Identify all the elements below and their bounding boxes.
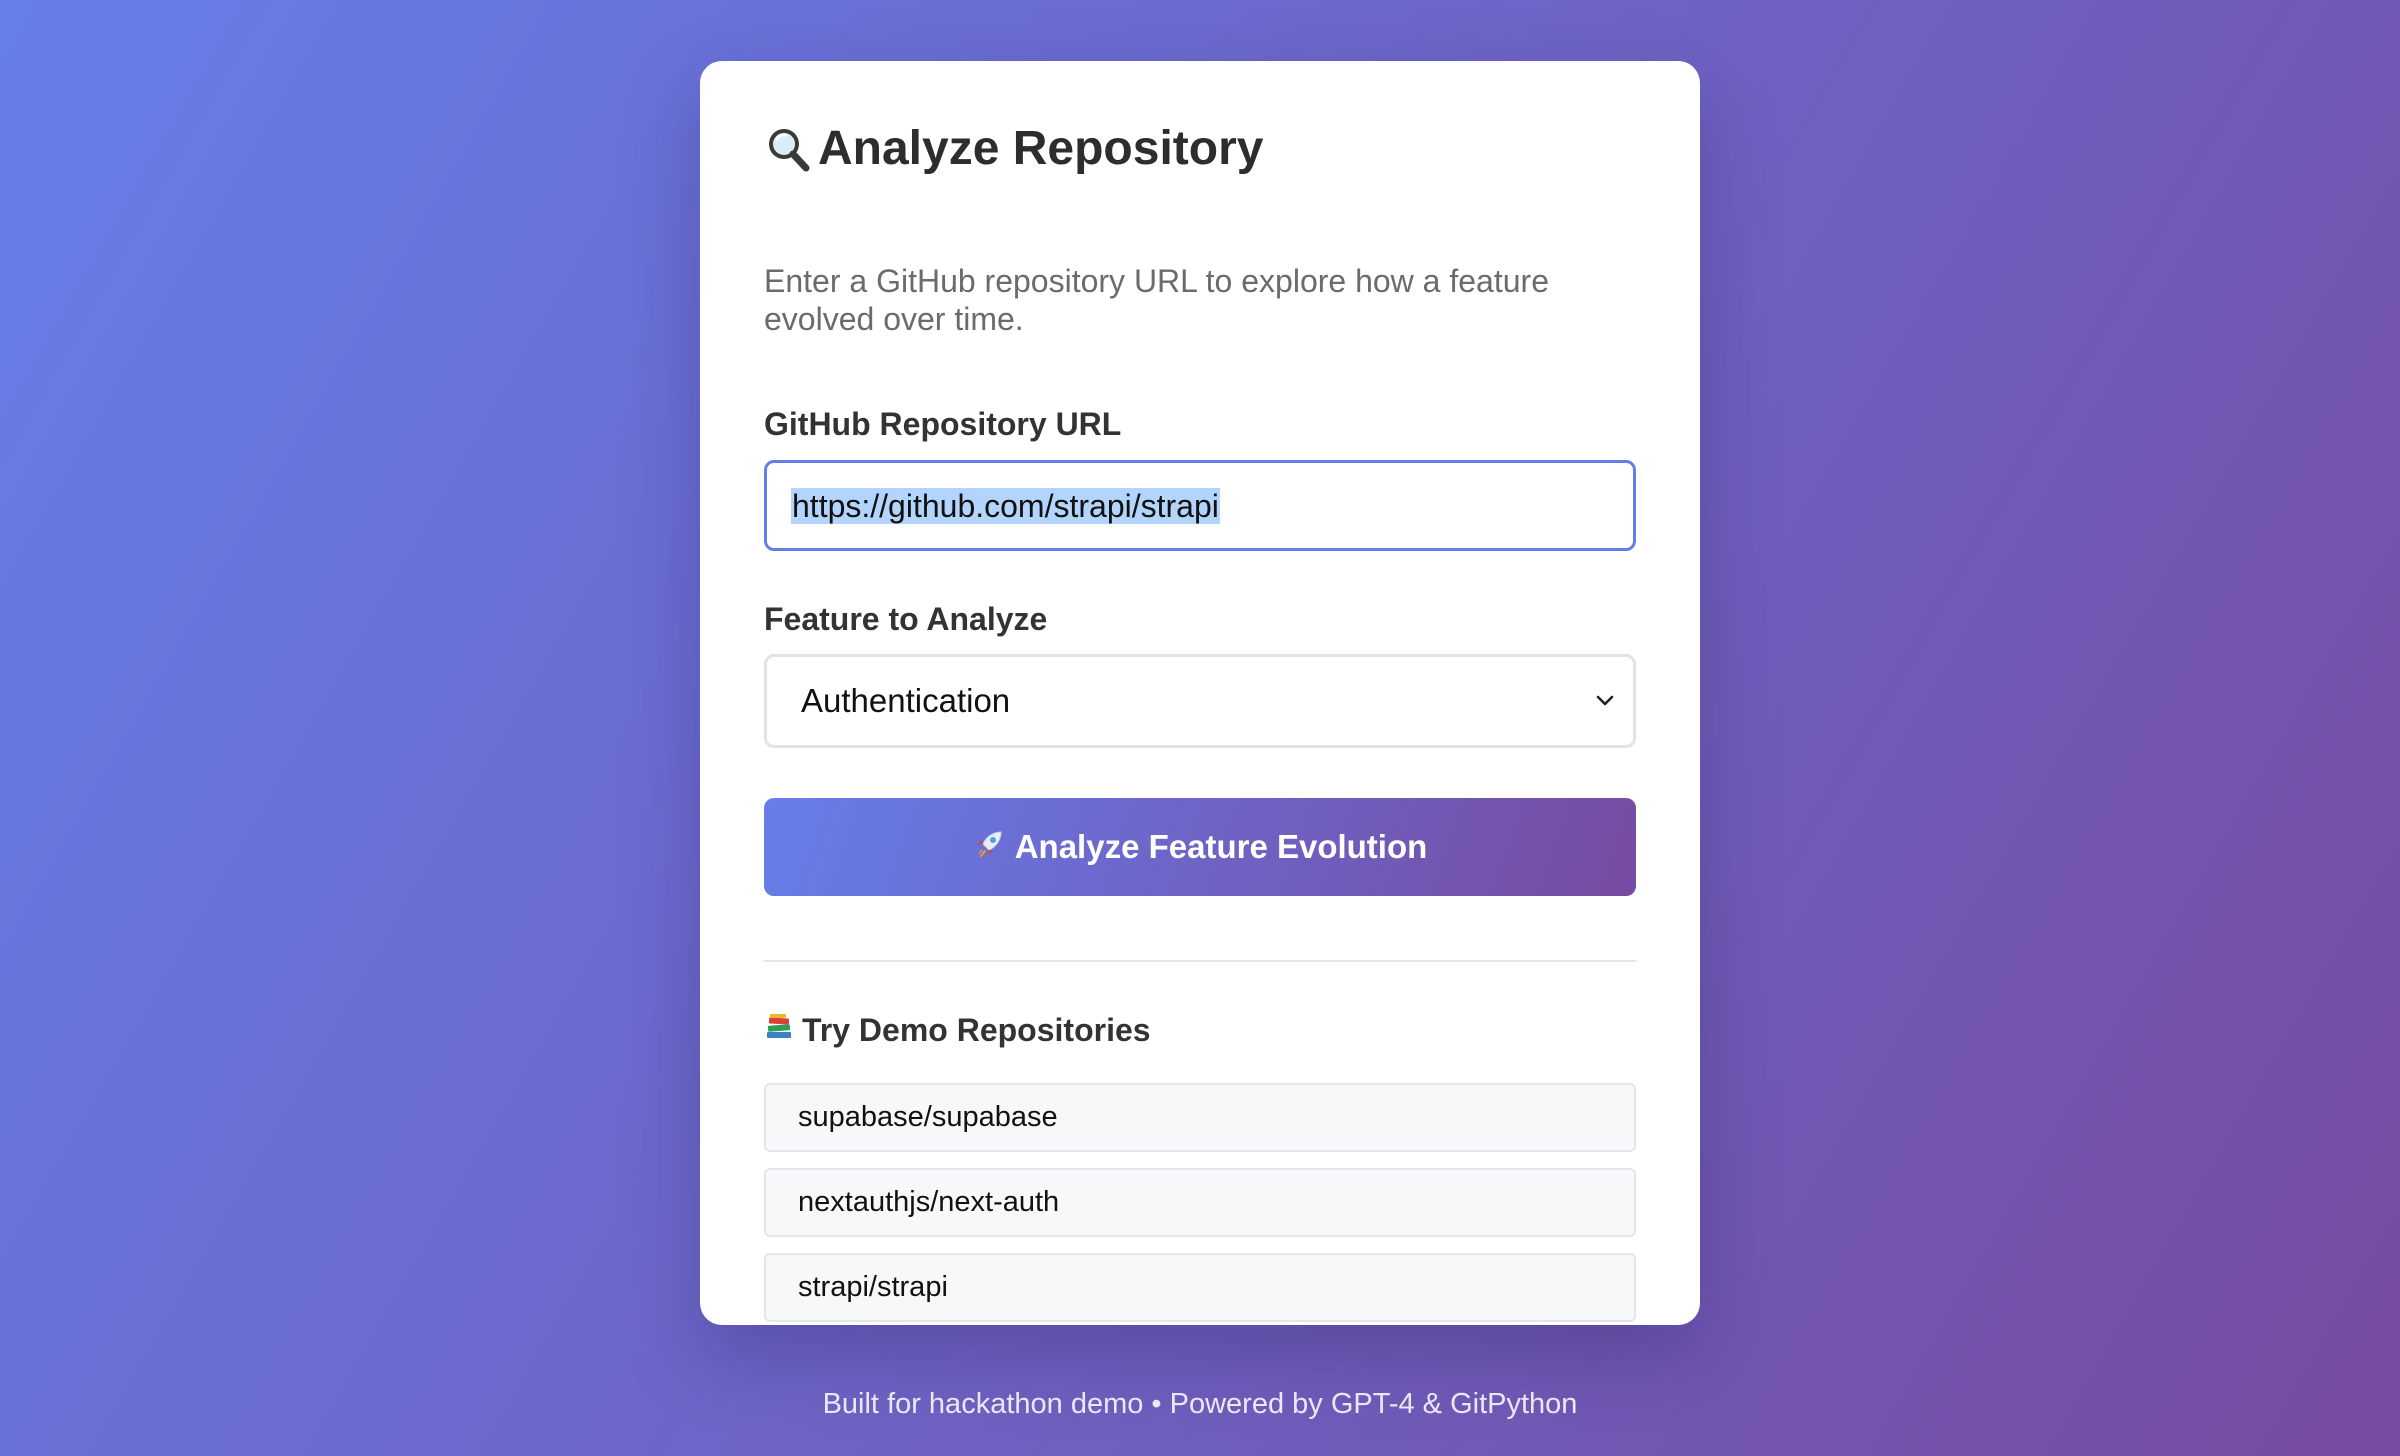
demo-repos-heading-text: Try Demo Repositories xyxy=(802,1011,1151,1048)
demo-repo-button[interactable]: nextauthjs/next-auth xyxy=(764,1168,1636,1237)
analyze-button-label: Analyze Feature Evolution xyxy=(1014,828,1428,865)
page-title-text: Analyze Repository xyxy=(818,122,1264,175)
page-title: Analyze Repository xyxy=(764,125,1263,173)
feature-label: Feature to Analyze xyxy=(764,601,1048,637)
magnifying-glass-icon xyxy=(764,125,812,173)
page-subtitle: Enter a GitHub repository URL to explore… xyxy=(764,263,1549,337)
analyze-feature-button[interactable]: Analyze Feature Evolution xyxy=(764,798,1636,896)
demo-repo-button[interactable]: strapi/strapi xyxy=(764,1253,1636,1322)
rocket-icon xyxy=(973,826,1007,868)
chevron-down-icon xyxy=(1595,694,1615,708)
books-icon xyxy=(764,1011,794,1049)
demo-repos-heading: Try Demo Repositories xyxy=(764,1011,1151,1049)
repo-url-label: GitHub Repository URL xyxy=(764,406,1122,442)
footer-text: Built for hackathon demo • Powered by GP… xyxy=(822,1388,1578,1420)
section-divider xyxy=(764,960,1636,962)
demo-repo-button[interactable]: supabase/supabase xyxy=(764,1083,1636,1152)
analyze-card: Analyze Repository Enter a GitHub reposi… xyxy=(700,61,1700,1325)
repo-url-value: https://github.com/strapi/strapi xyxy=(791,487,1220,524)
feature-select[interactable]: Authentication xyxy=(764,654,1636,748)
feature-select-value: Authentication xyxy=(801,682,1011,719)
repo-url-input[interactable]: https://github.com/strapi/strapi xyxy=(764,460,1636,551)
